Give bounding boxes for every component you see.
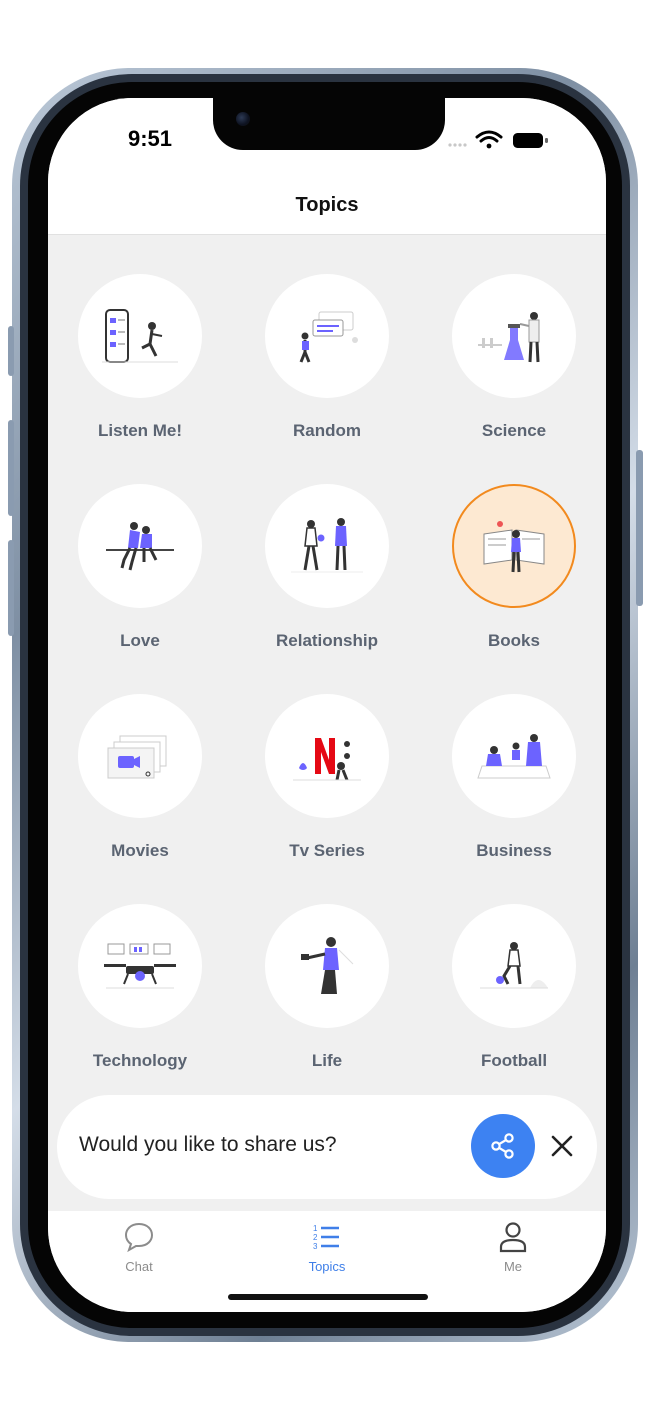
topic-label: Books <box>488 631 540 650</box>
person-icon <box>499 1222 527 1253</box>
svg-text:3: 3 <box>313 1242 318 1251</box>
page-title: Topics <box>295 194 359 216</box>
power-button <box>636 450 643 606</box>
svg-text:1: 1 <box>313 1224 318 1233</box>
meeting-table-illustration-icon <box>452 694 576 818</box>
topic-science[interactable]: Science <box>439 234 589 440</box>
close-button[interactable] <box>545 1129 579 1163</box>
netflix-logo-illustration-icon <box>265 694 389 818</box>
front-camera <box>236 112 250 126</box>
silent-switch <box>8 326 14 376</box>
topic-label: Life <box>311 1051 343 1070</box>
video-camera-illustration-icon <box>78 694 202 818</box>
share-prompt-text: Would you like to share us? <box>79 1133 337 1156</box>
topic-label: Business <box>476 841 552 860</box>
topic-random[interactable]: Random <box>252 234 402 440</box>
topic-label: Science <box>481 421 547 440</box>
share-button[interactable] <box>471 1114 535 1178</box>
two-people-illustration-icon <box>265 484 389 608</box>
cellular-signal-icon <box>448 143 467 147</box>
topic-relationship[interactable]: Relationship <box>252 444 402 650</box>
tab-label: Topics <box>308 1259 346 1274</box>
open-book-illustration-icon <box>452 484 576 608</box>
topic-label: Technology <box>92 1051 188 1070</box>
topic-life[interactable]: Life <box>252 864 402 1070</box>
share-prompt: Would you like to share us? <box>57 1095 597 1199</box>
share-icon <box>491 1133 514 1159</box>
volume-down-button <box>8 540 14 636</box>
couple-sitting-illustration-icon <box>78 484 202 608</box>
topic-label: Random <box>293 421 361 440</box>
tab-chat[interactable]: Chat <box>79 1211 199 1281</box>
topic-label: Movies <box>111 841 169 860</box>
topics-grid: Listen Me! Random Science Love Relations… <box>48 234 606 1074</box>
topic-movies[interactable]: Movies <box>65 654 215 860</box>
topic-label: Relationship <box>275 631 378 650</box>
topic-listen-me[interactable]: Listen Me! <box>65 234 215 440</box>
screen: 9:51 Topics Listen Me! Random Science Lo… <box>48 98 606 1312</box>
battery-icon <box>513 133 548 148</box>
chat-bubbles-illustration-icon <box>265 274 389 398</box>
chat-bubble-icon <box>124 1222 154 1253</box>
status-time: 9:51 <box>128 126 173 151</box>
football-player-illustration-icon <box>452 904 576 1028</box>
topic-label: Love <box>120 631 160 650</box>
topic-football[interactable]: Football <box>439 864 589 1070</box>
topic-tv-series[interactable]: Tv Series <box>252 654 402 860</box>
tab-topics[interactable]: 1 2 3 Topics <box>267 1211 387 1281</box>
topic-label: Football <box>480 1051 548 1070</box>
status-icons <box>446 128 566 152</box>
svg-text:2: 2 <box>313 1233 318 1242</box>
topic-label: Tv Series <box>289 841 365 860</box>
topic-business[interactable]: Business <box>439 654 589 860</box>
drone-dashboard-illustration-icon <box>78 904 202 1028</box>
tab-me[interactable]: Me <box>453 1211 573 1281</box>
lab-scientist-illustration-icon <box>452 274 576 398</box>
person-juggling-illustration-icon <box>265 904 389 1028</box>
close-icon <box>551 1135 573 1157</box>
phone-list-illustration-icon <box>78 274 202 398</box>
topic-label: Listen Me! <box>97 421 183 440</box>
topic-books[interactable]: Books <box>439 444 589 650</box>
home-indicator[interactable] <box>228 1294 428 1300</box>
wifi-icon <box>475 130 503 149</box>
navigation-bar: Topics <box>48 176 606 235</box>
topic-love[interactable]: Love <box>65 444 215 650</box>
topic-technology[interactable]: Technology <box>65 864 215 1070</box>
tab-label: Me <box>503 1259 523 1274</box>
volume-up-button <box>8 420 14 516</box>
numbered-list-icon: 1 2 3 <box>313 1224 339 1251</box>
tab-label: Chat <box>125 1259 153 1274</box>
